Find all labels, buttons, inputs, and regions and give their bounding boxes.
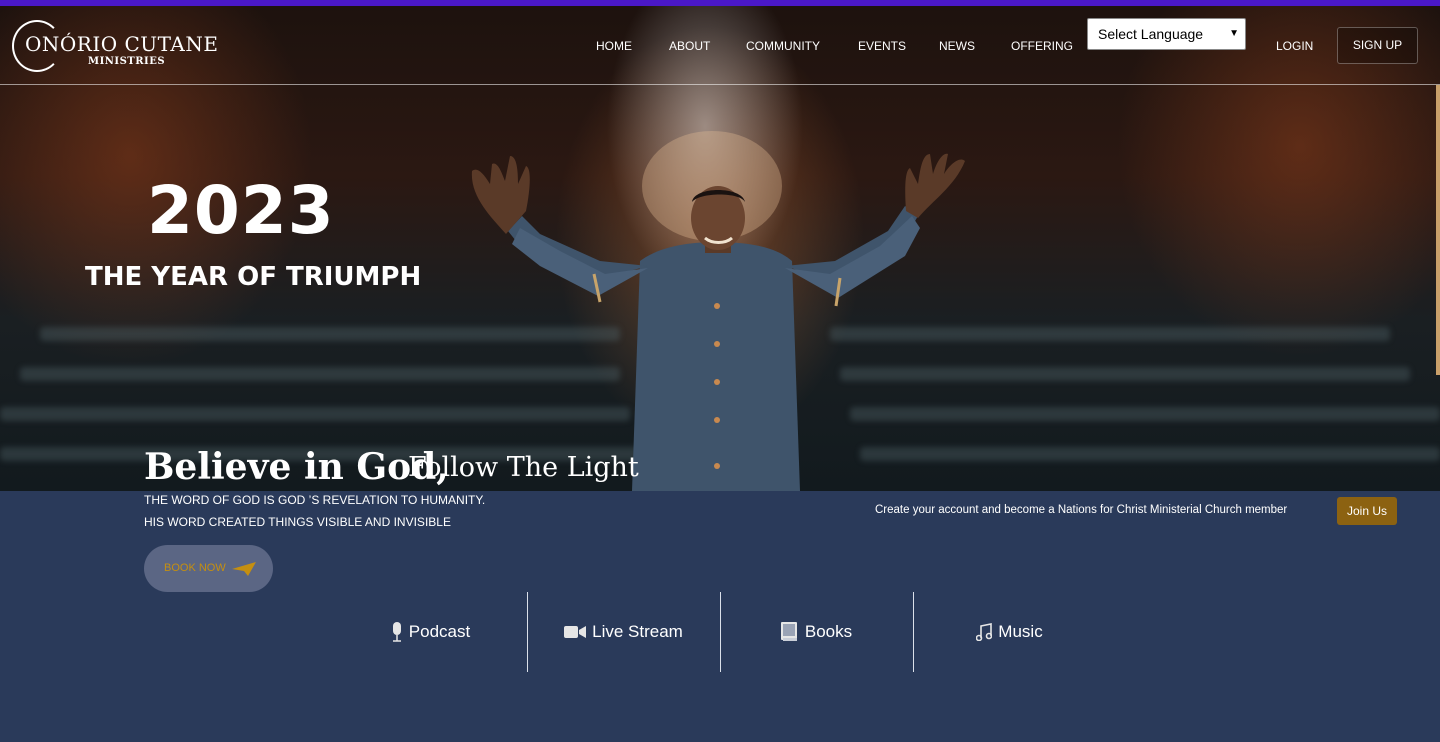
login-link[interactable]: LOGIN [1276,39,1313,53]
chevron-down-icon: ▼ [1229,28,1239,39]
nav-offering[interactable]: OFFERING [1011,39,1073,53]
join-us-button[interactable]: Join Us [1337,497,1397,525]
book-icon [780,622,797,641]
scrollbar[interactable] [1436,85,1440,375]
hero-description-line-2: HIS WORD CREATED THINGS VISIBLE AND INVI… [144,515,451,529]
nav-events[interactable]: EVENTS [858,39,906,53]
book-now-label: BOOK NOW [164,562,226,574]
feature-music[interactable]: Music [913,592,1106,672]
nav-news[interactable]: NEWS [939,39,975,53]
feature-podcast-label: Podcast [408,622,471,641]
feature-live-stream-label: Live Stream [592,622,683,641]
headline-bold: Believe in God, [144,446,449,488]
site-header: ONÓRIO CUTANE MINISTRIES HOME ABOUT COMM… [0,6,1440,85]
nav-community[interactable]: COMMUNITY [746,39,820,53]
hero-year: 2023 [147,172,335,249]
music-note-icon [976,623,993,641]
brand-title: ONÓRIO CUTANE [25,32,219,56]
feature-books[interactable]: Books [720,592,913,672]
brand-subtitle: MINISTRIES [88,56,166,67]
feature-books-label: Books [804,622,853,641]
feature-music-label: Music [998,622,1043,641]
book-now-button[interactable]: BOOK NOW [144,545,273,592]
nav-home[interactable]: HOME [596,39,632,53]
join-prompt: Create your account and become a Nations… [875,504,1288,516]
language-select-value: Select Language [1098,26,1204,42]
microphone-icon [392,622,401,642]
nav-about[interactable]: ABOUT [669,39,710,53]
brand-logo[interactable]: ONÓRIO CUTANE MINISTRIES [10,18,218,74]
feature-live-stream[interactable]: Live Stream [527,592,720,672]
language-select[interactable]: Select Language ▼ [1087,18,1246,50]
feature-podcast[interactable]: Podcast [334,592,527,672]
video-camera-icon [564,626,587,638]
headline-light: Follow The Light [408,452,639,483]
signup-button[interactable]: SIGN UP [1337,27,1418,64]
hero-description-line-1: THE WORD OF GOD IS GOD ’S REVELATION TO … [144,493,486,507]
paper-plane-icon [232,562,256,576]
hero-tagline: THE YEAR OF TRIUMPH [85,262,422,292]
